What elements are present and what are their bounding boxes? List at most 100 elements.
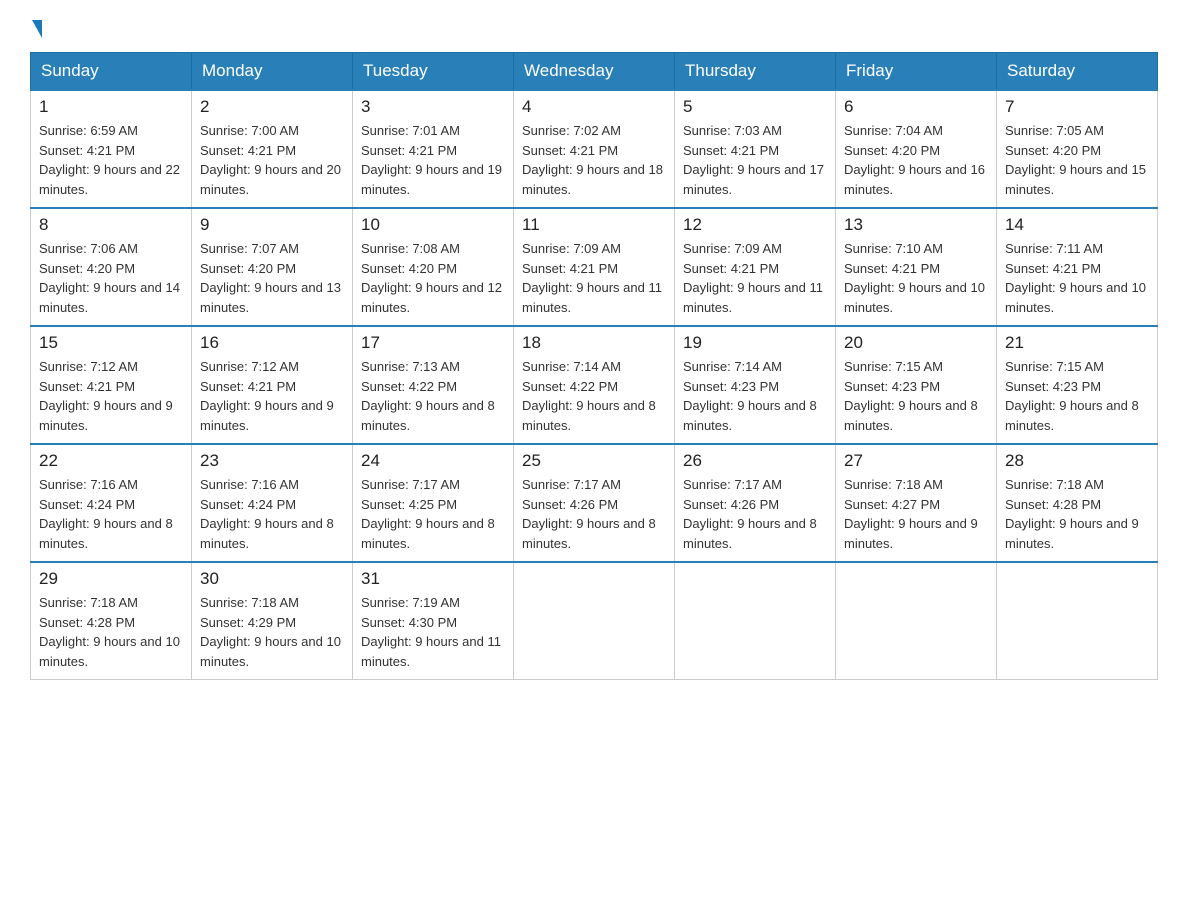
sunrise-label: Sunrise: xyxy=(361,123,409,138)
sunrise-label: Sunrise: xyxy=(200,477,248,492)
calendar-day-cell xyxy=(836,562,997,680)
day-info: Sunrise: 7:15 AM Sunset: 4:23 PM Dayligh… xyxy=(844,357,988,435)
daylight-label: Daylight: xyxy=(39,280,90,295)
daylight-label: Daylight: xyxy=(844,398,895,413)
day-number: 20 xyxy=(844,333,988,353)
daylight-label: Daylight: xyxy=(200,634,251,649)
day-number: 25 xyxy=(522,451,666,471)
sunrise-label: Sunrise: xyxy=(361,241,409,256)
calendar-day-cell: 10 Sunrise: 7:08 AM Sunset: 4:20 PM Dayl… xyxy=(353,208,514,326)
day-info: Sunrise: 7:02 AM Sunset: 4:21 PM Dayligh… xyxy=(522,121,666,199)
daylight-label: Daylight: xyxy=(200,516,251,531)
day-number: 29 xyxy=(39,569,183,589)
calendar-day-cell: 2 Sunrise: 7:00 AM Sunset: 4:21 PM Dayli… xyxy=(192,90,353,208)
daylight-label: Daylight: xyxy=(361,162,412,177)
day-info: Sunrise: 7:10 AM Sunset: 4:21 PM Dayligh… xyxy=(844,239,988,317)
sunset-label: Sunset: xyxy=(522,261,566,276)
calendar-day-cell: 29 Sunrise: 7:18 AM Sunset: 4:28 PM Dayl… xyxy=(31,562,192,680)
sunset-label: Sunset: xyxy=(1005,379,1049,394)
day-info: Sunrise: 7:03 AM Sunset: 4:21 PM Dayligh… xyxy=(683,121,827,199)
calendar-day-cell: 4 Sunrise: 7:02 AM Sunset: 4:21 PM Dayli… xyxy=(514,90,675,208)
sunset-label: Sunset: xyxy=(1005,261,1049,276)
daylight-label: Daylight: xyxy=(1005,398,1056,413)
day-info: Sunrise: 7:04 AM Sunset: 4:20 PM Dayligh… xyxy=(844,121,988,199)
day-number: 8 xyxy=(39,215,183,235)
calendar-day-cell: 22 Sunrise: 7:16 AM Sunset: 4:24 PM Dayl… xyxy=(31,444,192,562)
page: SundayMondayTuesdayWednesdayThursdayFrid… xyxy=(0,0,1188,700)
daylight-label: Daylight: xyxy=(361,634,412,649)
daylight-label: Daylight: xyxy=(844,162,895,177)
calendar-day-cell: 16 Sunrise: 7:12 AM Sunset: 4:21 PM Dayl… xyxy=(192,326,353,444)
day-info: Sunrise: 7:18 AM Sunset: 4:28 PM Dayligh… xyxy=(39,593,183,671)
sunset-label: Sunset: xyxy=(361,615,405,630)
daylight-label: Daylight: xyxy=(39,634,90,649)
sunrise-label: Sunrise: xyxy=(683,241,731,256)
day-of-week-header: Sunday xyxy=(31,53,192,91)
calendar-day-cell: 1 Sunrise: 6:59 AM Sunset: 4:21 PM Dayli… xyxy=(31,90,192,208)
sunrise-label: Sunrise: xyxy=(200,359,248,374)
sunrise-label: Sunrise: xyxy=(39,241,87,256)
sunset-label: Sunset: xyxy=(844,261,888,276)
calendar-week-row: 8 Sunrise: 7:06 AM Sunset: 4:20 PM Dayli… xyxy=(31,208,1158,326)
daylight-label: Daylight: xyxy=(844,280,895,295)
calendar-day-cell: 31 Sunrise: 7:19 AM Sunset: 4:30 PM Dayl… xyxy=(353,562,514,680)
day-info: Sunrise: 7:13 AM Sunset: 4:22 PM Dayligh… xyxy=(361,357,505,435)
sunrise-label: Sunrise: xyxy=(39,477,87,492)
day-number: 6 xyxy=(844,97,988,117)
day-number: 17 xyxy=(361,333,505,353)
calendar-day-cell xyxy=(514,562,675,680)
calendar-day-cell: 11 Sunrise: 7:09 AM Sunset: 4:21 PM Dayl… xyxy=(514,208,675,326)
calendar-day-cell: 18 Sunrise: 7:14 AM Sunset: 4:22 PM Dayl… xyxy=(514,326,675,444)
daylight-label: Daylight: xyxy=(522,162,573,177)
day-info: Sunrise: 7:01 AM Sunset: 4:21 PM Dayligh… xyxy=(361,121,505,199)
sunset-label: Sunset: xyxy=(683,261,727,276)
day-info: Sunrise: 7:07 AM Sunset: 4:20 PM Dayligh… xyxy=(200,239,344,317)
day-info: Sunrise: 7:09 AM Sunset: 4:21 PM Dayligh… xyxy=(522,239,666,317)
sunset-label: Sunset: xyxy=(361,261,405,276)
sunrise-label: Sunrise: xyxy=(844,123,892,138)
day-info: Sunrise: 7:18 AM Sunset: 4:29 PM Dayligh… xyxy=(200,593,344,671)
sunset-label: Sunset: xyxy=(683,379,727,394)
sunrise-label: Sunrise: xyxy=(522,123,570,138)
calendar-day-cell: 25 Sunrise: 7:17 AM Sunset: 4:26 PM Dayl… xyxy=(514,444,675,562)
daylight-label: Daylight: xyxy=(683,398,734,413)
sunset-label: Sunset: xyxy=(39,497,83,512)
sunrise-label: Sunrise: xyxy=(1005,359,1053,374)
day-number: 23 xyxy=(200,451,344,471)
daylight-label: Daylight: xyxy=(39,516,90,531)
sunrise-label: Sunrise: xyxy=(39,595,87,610)
day-info: Sunrise: 7:19 AM Sunset: 4:30 PM Dayligh… xyxy=(361,593,505,671)
sunrise-label: Sunrise: xyxy=(361,595,409,610)
day-number: 19 xyxy=(683,333,827,353)
logo-text xyxy=(30,20,42,40)
day-info: Sunrise: 7:16 AM Sunset: 4:24 PM Dayligh… xyxy=(39,475,183,553)
calendar-day-cell: 5 Sunrise: 7:03 AM Sunset: 4:21 PM Dayli… xyxy=(675,90,836,208)
day-number: 16 xyxy=(200,333,344,353)
day-info: Sunrise: 7:16 AM Sunset: 4:24 PM Dayligh… xyxy=(200,475,344,553)
sunset-label: Sunset: xyxy=(200,261,244,276)
day-info: Sunrise: 6:59 AM Sunset: 4:21 PM Dayligh… xyxy=(39,121,183,199)
calendar-day-cell: 9 Sunrise: 7:07 AM Sunset: 4:20 PM Dayli… xyxy=(192,208,353,326)
day-number: 5 xyxy=(683,97,827,117)
day-number: 12 xyxy=(683,215,827,235)
day-number: 27 xyxy=(844,451,988,471)
day-number: 10 xyxy=(361,215,505,235)
daylight-label: Daylight: xyxy=(361,398,412,413)
day-number: 30 xyxy=(200,569,344,589)
calendar-day-cell xyxy=(675,562,836,680)
day-number: 4 xyxy=(522,97,666,117)
sunset-label: Sunset: xyxy=(683,497,727,512)
sunrise-label: Sunrise: xyxy=(361,359,409,374)
sunset-label: Sunset: xyxy=(522,497,566,512)
sunset-label: Sunset: xyxy=(1005,143,1049,158)
calendar-day-cell xyxy=(997,562,1158,680)
sunrise-label: Sunrise: xyxy=(522,241,570,256)
calendar-day-cell: 14 Sunrise: 7:11 AM Sunset: 4:21 PM Dayl… xyxy=(997,208,1158,326)
header-row: SundayMondayTuesdayWednesdayThursdayFrid… xyxy=(31,53,1158,91)
calendar-day-cell: 20 Sunrise: 7:15 AM Sunset: 4:23 PM Dayl… xyxy=(836,326,997,444)
daylight-label: Daylight: xyxy=(683,162,734,177)
daylight-label: Daylight: xyxy=(522,280,573,295)
calendar-week-row: 15 Sunrise: 7:12 AM Sunset: 4:21 PM Dayl… xyxy=(31,326,1158,444)
day-number: 24 xyxy=(361,451,505,471)
day-info: Sunrise: 7:00 AM Sunset: 4:21 PM Dayligh… xyxy=(200,121,344,199)
